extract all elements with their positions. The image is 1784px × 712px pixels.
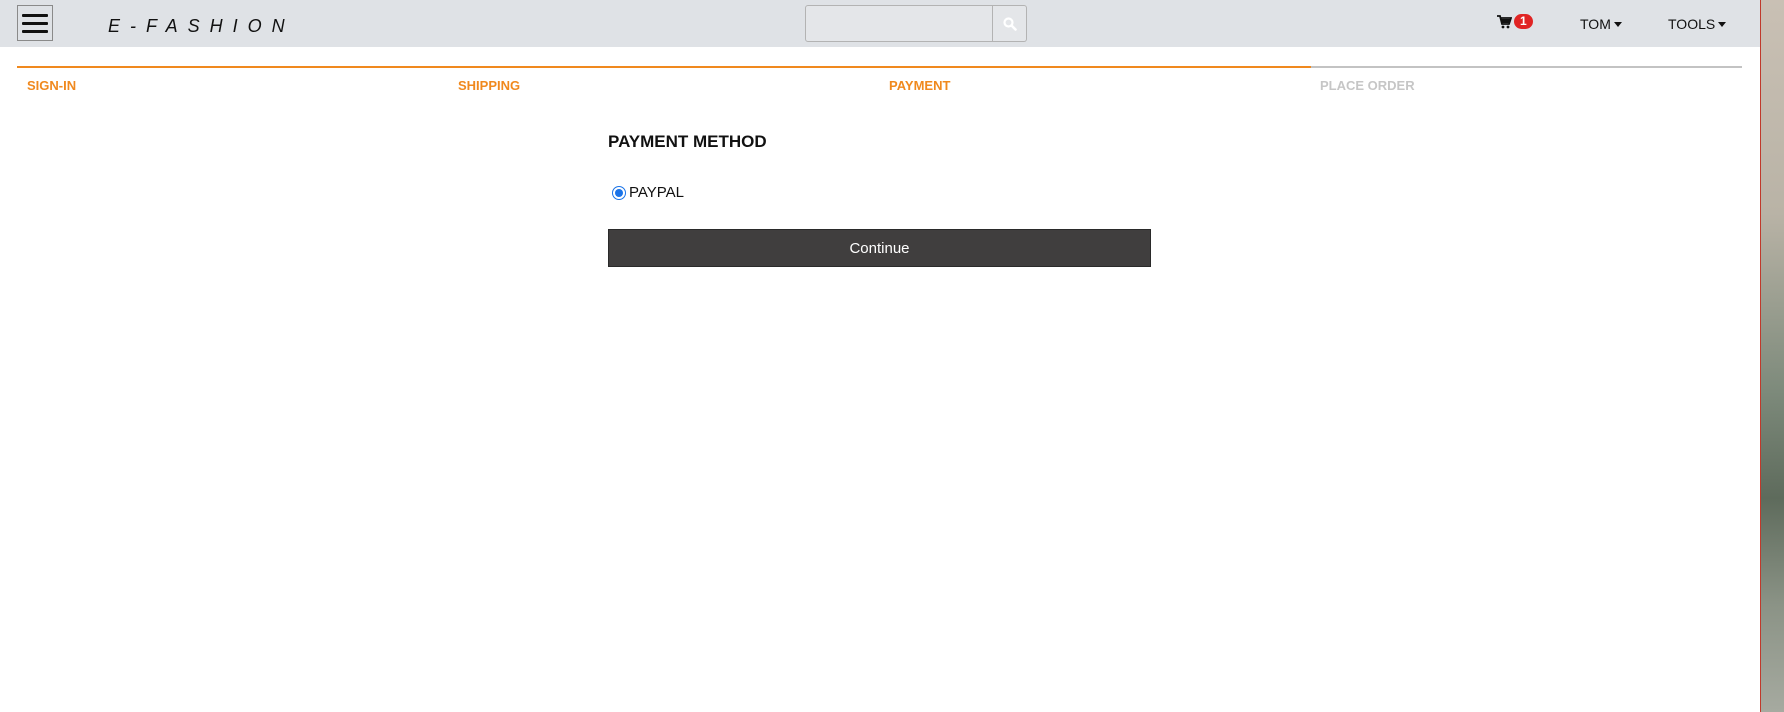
step-shipping[interactable]: SHIPPING [458, 78, 520, 93]
page-title: PAYMENT METHOD [608, 132, 767, 151]
search-button[interactable] [993, 5, 1027, 42]
search-bar [805, 5, 1027, 42]
hamburger-icon [22, 13, 48, 17]
hamburger-menu-button[interactable] [17, 5, 53, 41]
paypal-radio[interactable] [612, 185, 626, 200]
paypal-label: PAYPAL [629, 184, 685, 201]
payment-option-paypal[interactable]: PAYPAL [608, 184, 1151, 201]
step-payment[interactable]: PAYMENT [889, 78, 950, 93]
steps-progress-remaining [1311, 66, 1742, 68]
user-menu-dropdown[interactable]: TOM [1580, 16, 1622, 32]
payment-form: PAYMENT METHOD PAYPAL Continue [608, 132, 1151, 267]
tools-menu-label: TOOLS [1668, 16, 1716, 32]
page: E-FASHION 1 TOM TOOLS SIGN-IN SHIPPING P… [0, 0, 1760, 712]
background-image-edge [1760, 0, 1784, 712]
search-icon [1002, 16, 1017, 31]
brand-logo[interactable]: E-FASHION [108, 16, 295, 37]
hamburger-icon-bar [22, 21, 48, 25]
caret-down-icon [1613, 21, 1622, 27]
steps-progress-complete [17, 66, 1311, 68]
user-menu-label: TOM [1580, 16, 1611, 32]
search-input[interactable] [805, 5, 993, 42]
cart-count-badge: 1 [1514, 14, 1533, 29]
radio-selected-dot [615, 188, 623, 197]
top-navbar: E-FASHION 1 TOM TOOLS [0, 0, 1760, 47]
cart-button[interactable]: 1 [1497, 14, 1533, 29]
hamburger-icon-bar [22, 29, 48, 33]
cart-icon [1497, 14, 1512, 28]
tools-menu-dropdown[interactable]: TOOLS [1668, 16, 1727, 32]
step-sign-in[interactable]: SIGN-IN [27, 78, 76, 93]
step-place-order: PLACE ORDER [1320, 78, 1415, 93]
checkout-steps: SIGN-IN SHIPPING PAYMENT PLACE ORDER [17, 66, 1742, 96]
caret-down-icon [1718, 21, 1727, 27]
continue-button[interactable]: Continue [608, 229, 1151, 267]
